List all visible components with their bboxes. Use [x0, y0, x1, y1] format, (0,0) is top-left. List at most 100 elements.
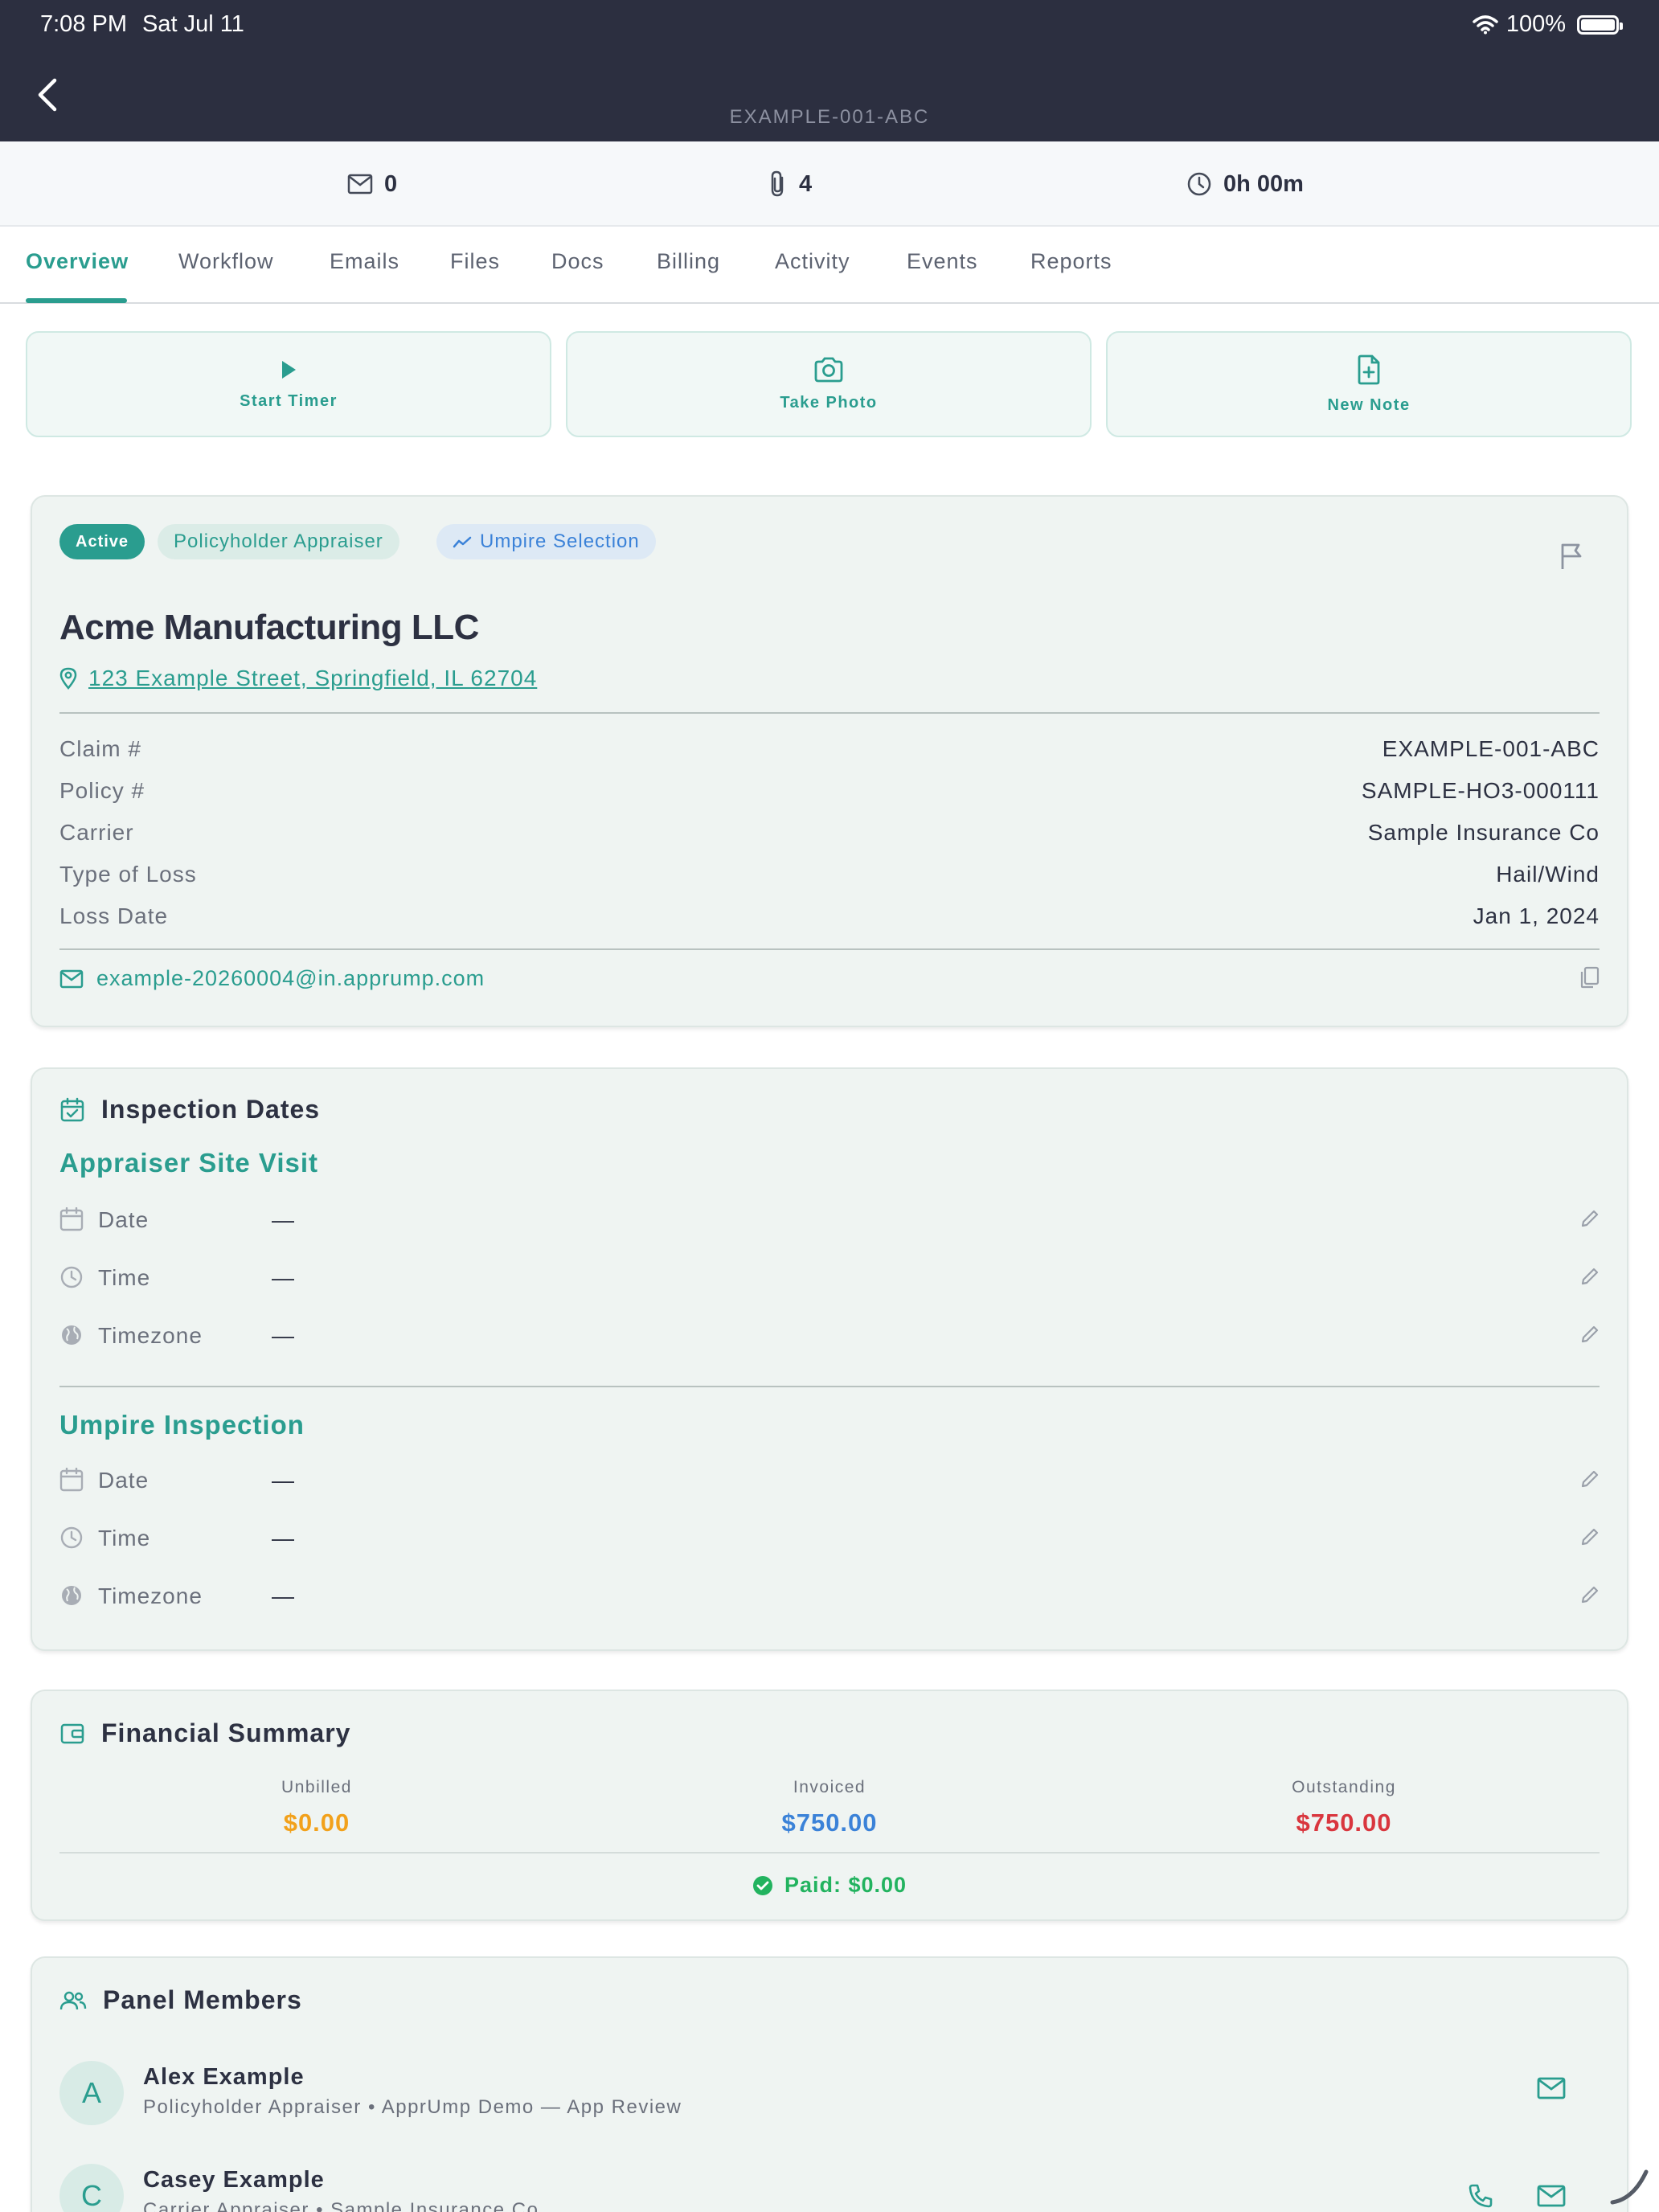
financial-summary-card: Financial Summary Unbilled $0.00 Invoice…	[31, 1690, 1628, 1921]
member-subtitle: Policyholder Appraiser • ApprUmp Demo — …	[143, 2096, 682, 2118]
tab-billing[interactable]: Billing	[657, 249, 720, 274]
tab-overview[interactable]: Overview	[26, 249, 129, 274]
claim-email[interactable]: example-20260004@in.apprump.com	[96, 966, 485, 991]
status-time: 7:08 PM	[40, 11, 127, 37]
member-name: Alex Example	[143, 2064, 305, 2090]
role-badge: Policyholder Appraiser	[158, 524, 399, 559]
panel-member[interactable]: C Casey Example Carrier Appraiser • Samp…	[59, 2164, 1600, 2212]
field-value: Hail/Wind	[1496, 862, 1600, 887]
unbilled-label: Unbilled	[281, 1778, 352, 1796]
take-photo-button[interactable]: Take Photo	[566, 331, 1092, 437]
status-indicators: 100%	[1473, 11, 1623, 38]
field-carrier: Carrier Sample Insurance Co	[59, 820, 1600, 852]
field-label: Policy #	[59, 778, 145, 803]
outstanding-label: Outstanding	[1292, 1778, 1396, 1796]
unbilled-value: $0.00	[283, 1809, 350, 1837]
site-visit-title: Appraiser Site Visit	[59, 1148, 319, 1178]
field-value: EXAMPLE-001-ABC	[1382, 736, 1600, 761]
field-loss-date: Loss Date Jan 1, 2024	[59, 903, 1600, 936]
resize-handle-icon[interactable]	[1609, 2167, 1651, 2206]
clock-icon	[60, 1526, 83, 1549]
start-timer-label: Start Timer	[240, 391, 338, 410]
site-visit-date-row[interactable]: Date —	[59, 1202, 1600, 1238]
time-value: —	[272, 1526, 294, 1550]
tab-events[interactable]: Events	[907, 249, 978, 274]
tab-workflow[interactable]: Workflow	[178, 249, 274, 274]
trend-icon	[453, 536, 472, 548]
member-name: Casey Example	[143, 2167, 325, 2193]
tab-docs[interactable]: Docs	[551, 249, 604, 274]
stage-badge[interactable]: Umpire Selection	[436, 524, 656, 559]
umpire-inspection-title: Umpire Inspection	[59, 1410, 305, 1440]
globe-icon	[62, 1325, 81, 1345]
unbilled-stat: Unbilled $0.00	[156, 1778, 477, 1837]
attachment-count[interactable]: 4	[768, 141, 812, 227]
avatar: A	[59, 2061, 124, 2125]
top-bar: 7:08 PM Sat Jul 11 100% EXAMPLE-001-ABC	[0, 0, 1659, 141]
field-value: SAMPLE-HO3-000111	[1361, 778, 1600, 803]
divider	[59, 1386, 1600, 1387]
timezone-label: Timezone	[98, 1323, 203, 1348]
umpire-timezone-row[interactable]: Timezone —	[59, 1579, 1600, 1614]
flag-icon[interactable]	[1559, 542, 1585, 571]
field-value: Sample Insurance Co	[1367, 820, 1600, 845]
pencil-icon[interactable]	[1580, 1469, 1600, 1489]
timezone-value: —	[272, 1323, 294, 1348]
calendar-check-icon	[60, 1097, 84, 1121]
copy-icon[interactable]	[1579, 966, 1600, 989]
claim-email-row: example-20260004@in.apprump.com	[59, 966, 1600, 991]
clock-icon	[1187, 172, 1211, 196]
pencil-icon[interactable]	[1580, 1527, 1600, 1546]
site-visit-time-row[interactable]: Time —	[59, 1260, 1600, 1296]
date-value: —	[272, 1468, 294, 1493]
header-claim-number: EXAMPLE-001-ABC	[729, 106, 930, 128]
field-value: Jan 1, 2024	[1473, 903, 1600, 928]
email-count[interactable]: 0	[347, 141, 397, 227]
time-label: Time	[98, 1526, 151, 1550]
panel-title: Panel Members	[103, 1985, 302, 2014]
financial-title: Financial Summary	[101, 1718, 351, 1747]
pencil-icon[interactable]	[1580, 1325, 1600, 1344]
time-logged-value: 0h 00m	[1223, 170, 1304, 197]
address-text: 123 Example Street, Springfield, IL 6270…	[88, 666, 538, 690]
avatar: C	[59, 2164, 124, 2212]
tab-files[interactable]: Files	[450, 249, 500, 274]
tab-reports[interactable]: Reports	[1030, 249, 1112, 274]
pencil-icon[interactable]	[1580, 1585, 1600, 1604]
address-link[interactable]: 123 Example Street, Springfield, IL 6270…	[59, 666, 537, 691]
battery-percent: 100%	[1505, 11, 1566, 37]
attachment-count-value: 4	[799, 170, 813, 197]
umpire-date-row[interactable]: Date —	[59, 1463, 1600, 1498]
inspection-dates-card: Inspection Dates Appraiser Site Visit Da…	[31, 1067, 1628, 1651]
tab-activity[interactable]: Activity	[775, 249, 850, 274]
time-logged[interactable]: 0h 00m	[1186, 141, 1304, 227]
new-note-label: New Note	[1327, 395, 1411, 414]
globe-icon	[62, 1586, 81, 1605]
field-policy-number: Policy # SAMPLE-HO3-000111	[59, 778, 1600, 810]
member-subtitle: Carrier Appraiser • Sample Insurance Co	[143, 2199, 539, 2212]
start-timer-button[interactable]: Start Timer	[26, 331, 551, 437]
tab-emails[interactable]: Emails	[330, 249, 399, 274]
take-photo-label: Take Photo	[780, 393, 878, 412]
panel-members-card: Panel Members A Alex Example Policyholde…	[31, 1956, 1628, 2212]
site-visit-timezone-row[interactable]: Timezone —	[59, 1318, 1600, 1354]
panel-member[interactable]: A Alex Example Policyholder Appraiser • …	[59, 2061, 1600, 2133]
phone-icon[interactable]	[1468, 2183, 1493, 2209]
inspection-title: Inspection Dates	[101, 1095, 321, 1124]
paperclip-icon	[771, 170, 784, 197]
check-circle-icon	[752, 1875, 772, 1895]
mail-icon[interactable]	[1537, 2185, 1566, 2207]
umpire-time-row[interactable]: Time —	[59, 1521, 1600, 1556]
time-label: Time	[98, 1265, 151, 1290]
map-pin-icon	[59, 667, 77, 690]
date-value: —	[272, 1207, 294, 1232]
new-note-button[interactable]: New Note	[1106, 331, 1632, 437]
field-label: Loss Date	[59, 903, 169, 928]
pencil-icon[interactable]	[1580, 1267, 1600, 1286]
mail-icon[interactable]	[1537, 2077, 1566, 2099]
divider	[59, 948, 1600, 950]
time-value: —	[272, 1265, 294, 1290]
timezone-value: —	[272, 1583, 294, 1608]
divider	[59, 712, 1600, 714]
pencil-icon[interactable]	[1580, 1209, 1600, 1228]
